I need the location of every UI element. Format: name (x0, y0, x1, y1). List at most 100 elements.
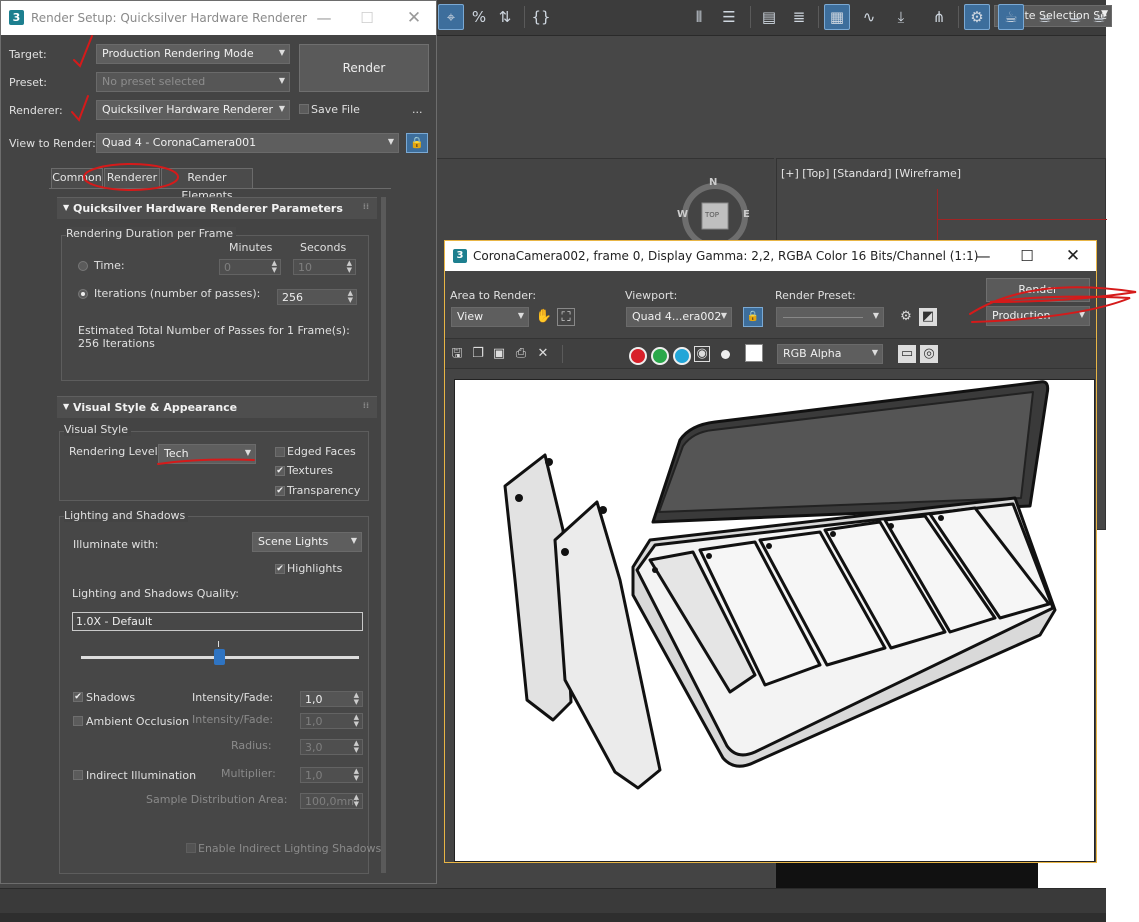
visual-style-group-label: Visual Style (64, 423, 131, 436)
save-image-icon[interactable]: 🖫 (448, 345, 466, 363)
render-preset-dropdown[interactable]: ▼ (776, 307, 884, 327)
lock-viewport-button[interactable]: 🔒 (743, 307, 763, 327)
sample-area-spinner[interactable]: 100,0mm ▲ ▼ (300, 793, 363, 809)
ambient-occlusion-checkbox[interactable] (73, 716, 83, 726)
spinner-arrows-icon: ▲ ▼ (346, 259, 352, 274)
channel-display-dropdown[interactable]: RGB Alpha ▼ (777, 344, 883, 364)
intensity-spinner[interactable]: 1,0 ▲ ▼ (300, 691, 363, 707)
indirect-illumination-checkbox[interactable] (73, 770, 83, 780)
dope-sheet-icon[interactable]: ⤓ (888, 4, 914, 30)
render-setup-icon[interactable]: ☕ (998, 4, 1024, 30)
red-channel-toggle[interactable] (629, 347, 647, 365)
tab-renderer[interactable]: Renderer (104, 168, 160, 188)
duration-group (61, 235, 369, 381)
iterations-spinner[interactable]: 256 ▲ ▼ (277, 289, 357, 305)
sample-area-value: 100,0mm (305, 795, 358, 808)
render-setup-titlebar[interactable]: 3 Render Setup: Quicksilver Hardware Ren… (1, 1, 436, 35)
multiplier-spinner[interactable]: 1,0 ▲ ▼ (300, 767, 363, 783)
material-editor-icon[interactable]: ⚙ (964, 4, 990, 30)
blue-channel-toggle[interactable] (673, 347, 691, 365)
rendered-image[interactable] (454, 379, 1095, 862)
maximize-icon[interactable]: ☐ (347, 6, 387, 30)
frame-buffer-titlebar[interactable]: 3 CoronaCamera002, frame 0, Display Gamm… (445, 241, 1096, 271)
spinner-arrows-icon: ▲ ▼ (353, 767, 359, 782)
lock-icon: 🔒 (410, 136, 424, 149)
curve-editor-icon[interactable]: ∿ (856, 4, 882, 30)
tab-render-elements[interactable]: Render Elements (161, 168, 253, 202)
minimize-icon[interactable]: — (304, 6, 344, 30)
qs-params-rollout-header[interactable]: ▼ Quicksilver Hardware Renderer Paramete… (57, 197, 377, 219)
spinner-arrows-icon: ▲ ▼ (347, 289, 353, 304)
close-icon[interactable]: ✕ (1053, 245, 1093, 267)
render-setup-scrollbar[interactable] (381, 197, 386, 873)
renderer-value: Quicksilver Hardware Renderer (102, 103, 274, 116)
edged-faces-checkbox[interactable] (275, 447, 285, 457)
edit-region-icon[interactable]: ✋ (535, 308, 553, 326)
ambient-occlusion-label: Ambient Occlusion (86, 715, 190, 728)
mirror-icon[interactable]: ⫴ (686, 4, 712, 30)
toggle-ui-icon[interactable]: ◎ (920, 345, 938, 363)
ribbon-toggle-icon[interactable]: ▦ (824, 4, 850, 30)
channel-display-value: RGB Alpha (783, 347, 842, 360)
quality-field[interactable]: 1.0X - Default (72, 612, 363, 631)
alpha-channel-icon[interactable]: ◉ (694, 346, 710, 362)
green-channel-toggle[interactable] (651, 347, 669, 365)
illuminate-dropdown[interactable]: Scene Lights ▼ (252, 532, 362, 552)
layer-explorer-icon[interactable]: ≣ (786, 4, 812, 30)
view-to-render-dropdown[interactable]: Quad 4 - CoronaCamera001 ▼ (96, 133, 399, 153)
more-button[interactable]: ... (412, 103, 423, 116)
area-to-render-dropdown[interactable]: View ▼ (451, 307, 529, 327)
target-dropdown[interactable]: Production Rendering Mode ▼ (96, 44, 290, 64)
iterations-radio[interactable] (78, 289, 88, 299)
time-minutes-spinner[interactable]: 0 ▲ ▼ (219, 259, 281, 275)
highlights-checkbox[interactable]: ✔ (275, 564, 285, 574)
renderer-dropdown[interactable]: Quicksilver Hardware Renderer ▼ (96, 100, 290, 120)
auto-region-icon[interactable]: ⛶ (557, 308, 575, 326)
transparency-checkbox[interactable]: ✔ (275, 486, 285, 496)
shadows-checkbox[interactable]: ✔ (73, 692, 83, 702)
visual-style-title: Visual Style & Appearance (73, 401, 238, 414)
percent-snap-icon[interactable]: % (466, 4, 492, 30)
edit-named-selection-icon[interactable]: {} (528, 4, 554, 30)
copy-image-icon[interactable]: ❐ (469, 345, 487, 363)
toggle-ui-overlay-icon[interactable]: ▭ (898, 345, 916, 363)
schematic-view-icon[interactable]: ⋔ (926, 4, 952, 30)
render-button[interactable]: Render (299, 44, 429, 92)
time-radio[interactable] (78, 261, 88, 271)
time-seconds-spinner[interactable]: 10 ▲ ▼ (293, 259, 356, 275)
environment-icon[interactable]: ◩ (919, 308, 937, 326)
rendering-level-dropdown[interactable]: Tech ▼ (158, 444, 256, 464)
save-file-checkbox[interactable] (299, 104, 309, 114)
spinner-snap-icon[interactable]: ⇅ (492, 4, 518, 30)
preset-dropdown[interactable]: No preset selected ▼ (96, 72, 290, 92)
render-setup-icon[interactable]: ⚙ (897, 308, 915, 326)
render-production-icon[interactable]: ☕ (1062, 4, 1088, 30)
textures-checkbox[interactable]: ✔ (275, 466, 285, 476)
rendered-frame-window-icon[interactable]: ☕ (1032, 4, 1058, 30)
viewport-top-label[interactable]: [+] [Top] [Standard] [Wireframe] (781, 167, 961, 180)
visual-style-rollout-header[interactable]: ▼ Visual Style & Appearance ⁞⁞ (57, 396, 377, 418)
clear-color-swatch[interactable] (745, 344, 763, 362)
lock-view-button[interactable]: 🔒 (406, 133, 428, 153)
quality-slider-handle[interactable] (214, 649, 225, 665)
render-iterative-icon[interactable]: ☕ (1086, 4, 1112, 30)
scene-explorer-icon[interactable]: ▤ (756, 4, 782, 30)
radius-label: Radius: (231, 739, 272, 752)
ao-intensity-spinner[interactable]: 1,0 ▲ ▼ (300, 713, 363, 729)
minimize-icon[interactable]: — (963, 245, 1003, 267)
tab-common[interactable]: Common (51, 168, 103, 188)
close-icon[interactable]: ✕ (394, 6, 434, 30)
radius-spinner[interactable]: 3,0 ▲ ▼ (300, 739, 363, 755)
production-dropdown[interactable]: Production ▼ (986, 306, 1090, 326)
frame-render-button[interactable]: Render (986, 278, 1090, 302)
maximize-icon[interactable]: ☐ (1007, 245, 1047, 267)
enable-indirect-shadows-checkbox[interactable] (186, 843, 196, 853)
time-slider[interactable] (0, 913, 1106, 922)
snap-toggle-icon[interactable]: ⌖ (438, 4, 464, 30)
print-icon[interactable]: ⎙ (512, 345, 530, 363)
clear-icon[interactable]: ✕ (534, 345, 552, 363)
clone-window-icon[interactable]: ▣ (490, 345, 508, 363)
align-icon[interactable]: ☰ (716, 4, 742, 30)
monochrome-icon[interactable] (721, 350, 730, 359)
viewport-dropdown[interactable]: Quad 4...era002 ▼ (626, 307, 732, 327)
